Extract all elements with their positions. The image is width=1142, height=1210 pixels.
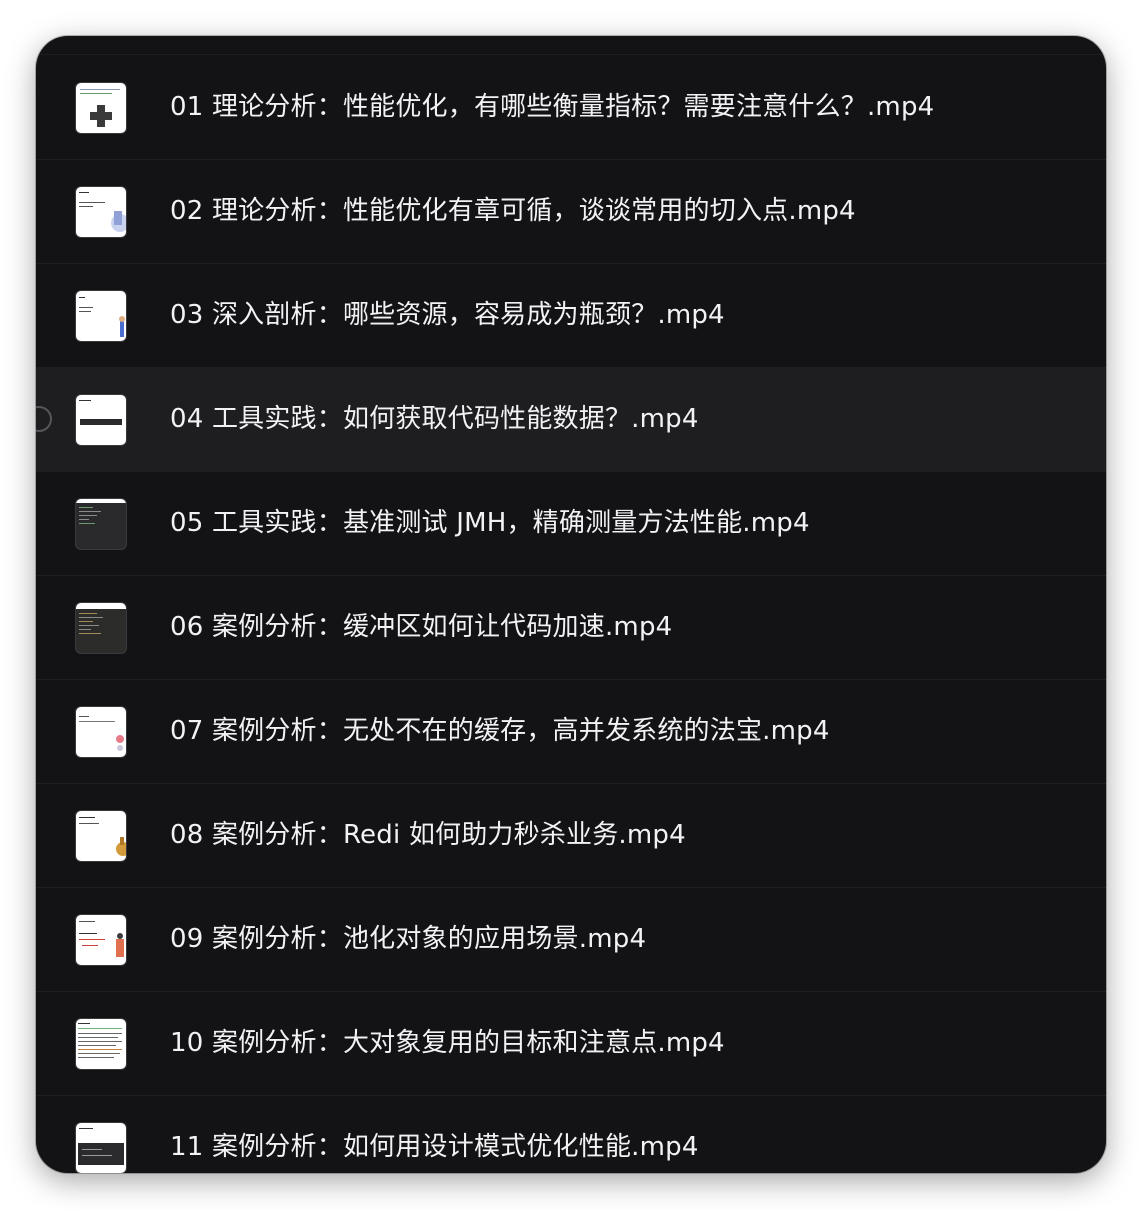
file-name: 07 案例分析：无处不在的缓存，高并发系统的法宝.mp4 (170, 716, 830, 746)
file-name: 05 工具实践：基准测试 JMH，精确测量方法性能.mp4 (170, 508, 810, 538)
list-item[interactable]: 10 案例分析：大对象复用的目标和注意点.mp4 (36, 992, 1106, 1096)
list-item[interactable]: 07 案例分析：无处不在的缓存，高并发系统的法宝.mp4 (36, 680, 1106, 784)
file-name: 11 案例分析：如何用设计模式优化性能.mp4 (170, 1132, 699, 1162)
illustration-icon (116, 837, 126, 856)
illustration-icon (119, 316, 125, 337)
video-thumbnail (75, 82, 127, 134)
video-thumbnail (75, 914, 127, 966)
list-item[interactable]: 05 工具实践：基准测试 JMH，精确测量方法性能.mp4 (36, 472, 1106, 576)
list-item[interactable]: 11 案例分析：如何用设计模式优化性能.mp4 (36, 1096, 1106, 1173)
illustration-icon (116, 933, 124, 957)
video-thumbnail (75, 1018, 127, 1070)
list-item[interactable]: 03 深入剖析：哪些资源，容易成为瓶颈？.mp4 (36, 264, 1106, 368)
illustration-icon (116, 735, 124, 751)
video-thumbnail (75, 394, 127, 446)
list-item[interactable]: 02 理论分析：性能优化有章可循，谈谈常用的切入点.mp4 (36, 160, 1106, 264)
file-name: 09 案例分析：池化对象的应用场景.mp4 (170, 924, 647, 954)
plus-icon (90, 105, 112, 127)
list-item[interactable]: 01 理论分析：性能优化，有哪些衡量指标？需要注意什么？.mp4 (36, 56, 1106, 160)
top-divider (36, 54, 1106, 55)
list-item[interactable]: 09 案例分析：池化对象的应用场景.mp4 (36, 888, 1106, 992)
list-item[interactable]: 08 案例分析：Redi 如何助力秒杀业务.mp4 (36, 784, 1106, 888)
list-item[interactable]: 06 案例分析：缓冲区如何让代码加速.mp4 (36, 576, 1106, 680)
file-name: 03 深入剖析：哪些资源，容易成为瓶颈？.mp4 (170, 300, 725, 330)
file-name: 04 工具实践：如何获取代码性能数据？.mp4 (170, 404, 699, 434)
video-thumbnail (75, 498, 127, 550)
file-name: 10 案例分析：大对象复用的目标和注意点.mp4 (170, 1028, 725, 1058)
list-item[interactable]: 04 工具实践：如何获取代码性能数据？.mp4 (36, 368, 1106, 472)
file-name: 08 案例分析：Redi 如何助力秒杀业务.mp4 (170, 820, 686, 850)
illustration-icon (111, 211, 126, 232)
video-thumbnail (75, 810, 127, 862)
video-thumbnail (75, 602, 127, 654)
file-name: 02 理论分析：性能优化有章可循，谈谈常用的切入点.mp4 (170, 196, 856, 226)
video-thumbnail (75, 706, 127, 758)
video-thumbnail (75, 186, 127, 238)
video-thumbnail (75, 290, 127, 342)
file-list-window: 01 理论分析：性能优化，有哪些衡量指标？需要注意什么？.mp4 02 理论分析… (36, 36, 1106, 1173)
file-name: 01 理论分析：性能优化，有哪些衡量指标？需要注意什么？.mp4 (170, 92, 935, 122)
video-thumbnail (75, 1122, 127, 1173)
selection-radio[interactable] (36, 406, 52, 432)
file-name: 06 案例分析：缓冲区如何让代码加速.mp4 (170, 612, 673, 642)
